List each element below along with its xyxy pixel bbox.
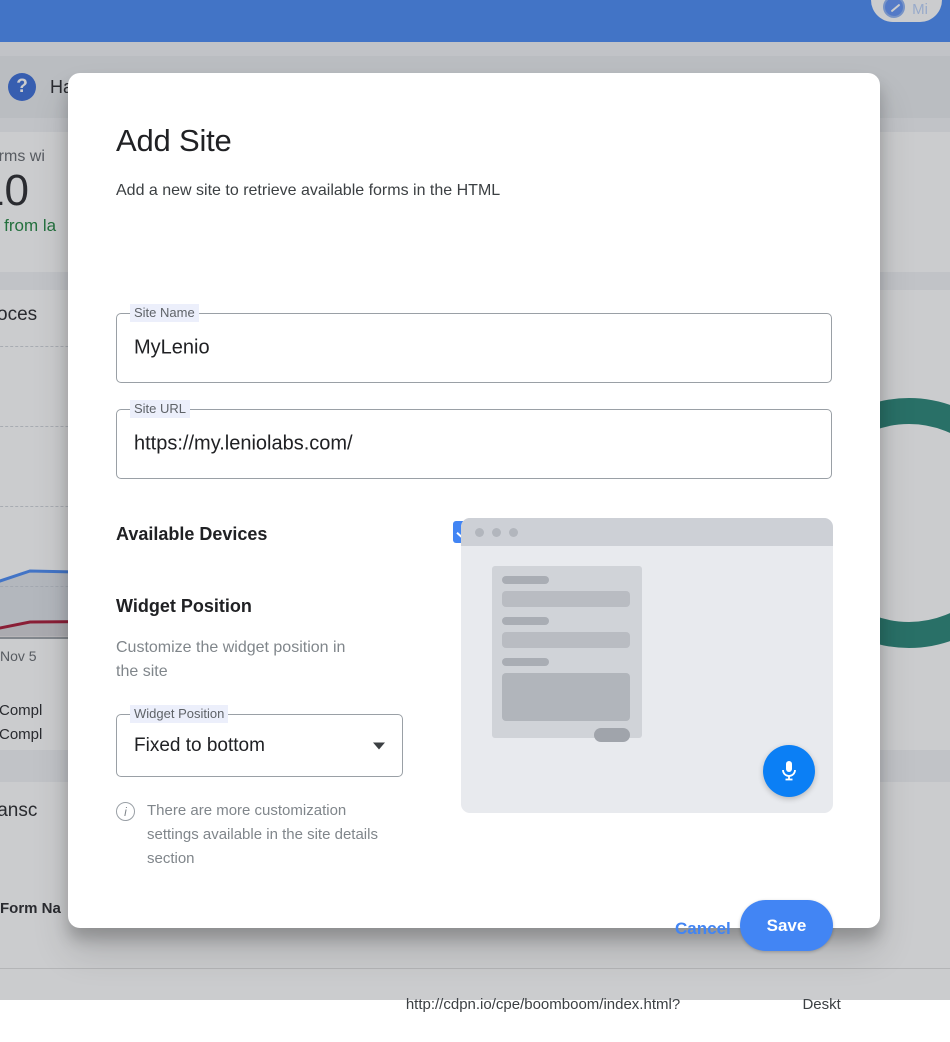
window-dot-icon: [475, 527, 484, 537]
skeleton-textarea: [502, 673, 630, 721]
window-dot-icon: [509, 527, 518, 537]
widget-position-hint: i There are more customization settings …: [116, 799, 388, 871]
save-button[interactable]: Save: [740, 900, 833, 951]
dialog-title: Add Site: [116, 123, 232, 158]
widget-position-heading: Widget Position: [116, 596, 252, 616]
site-name-label: Site Name: [130, 304, 199, 322]
preview-form-skeleton: [492, 566, 642, 742]
widget-position-preview: [461, 518, 833, 813]
window-dot-icon: [492, 527, 501, 537]
cancel-button[interactable]: Cancel: [663, 911, 743, 947]
add-site-dialog: Add Site Add a new site to retrieve avai…: [68, 73, 880, 951]
microphone-icon: [782, 761, 796, 781]
available-devices-heading: Available Devices: [116, 524, 268, 544]
site-name-field-outline: [116, 313, 832, 383]
site-url-label: Site URL: [130, 400, 191, 418]
skeleton-label: [502, 617, 549, 625]
widget-position-hint-text: There are more customization settings av…: [147, 802, 378, 867]
widget-position-select-label: Widget Position: [130, 705, 229, 723]
widget-position-selected-value[interactable]: Fixed to bottom: [134, 735, 265, 757]
widget-position-select[interactable]: Widget Position Fixed to bottom: [116, 705, 403, 777]
skeleton-input: [502, 632, 630, 648]
preview-browser-chrome: [461, 518, 833, 546]
site-url-field[interactable]: Site URL https://my.leniolabs.com/: [116, 400, 832, 479]
dialog-subtitle: Add a new site to retrieve available for…: [116, 182, 501, 199]
site-name-input[interactable]: MyLenio: [134, 337, 210, 360]
chevron-down-icon[interactable]: [373, 742, 385, 749]
skeleton-label: [502, 576, 549, 584]
site-name-field[interactable]: Site Name MyLenio: [116, 304, 832, 383]
widget-position-description: Customize the widget position in the sit…: [116, 639, 346, 680]
skeleton-input: [502, 591, 630, 607]
site-url-input[interactable]: https://my.leniolabs.com/: [134, 433, 353, 456]
preview-mic-fab: [763, 745, 815, 797]
skeleton-button: [594, 728, 630, 742]
skeleton-label: [502, 658, 549, 666]
info-icon: i: [116, 802, 135, 821]
